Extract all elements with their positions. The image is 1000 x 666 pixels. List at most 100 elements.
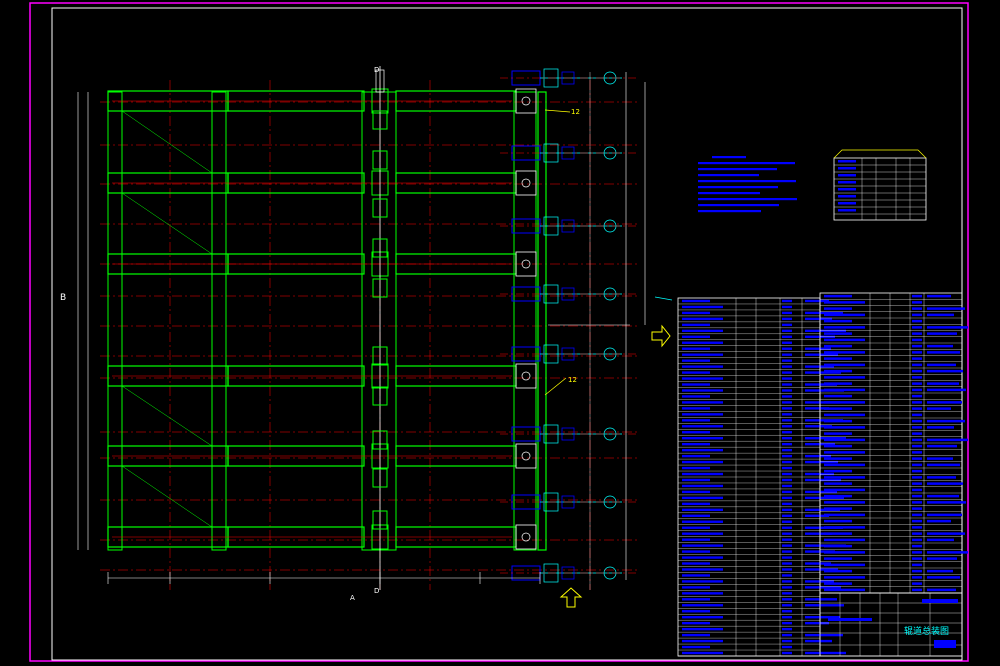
parts-table-right-cell-text — [912, 507, 922, 510]
parts-table-left-cell-text — [682, 538, 710, 541]
spec-text — [838, 160, 856, 163]
parts-table-right-cell-text — [824, 538, 865, 542]
parts-table-left-cell-text — [782, 580, 792, 583]
leader-callout-lower — [544, 377, 567, 396]
parts-table-left-cell-text — [782, 592, 792, 595]
parts-table-left-cell-text — [682, 633, 710, 637]
cad-drawing-canvas — [29, 2, 969, 662]
parts-table-left-cell-text — [682, 484, 723, 488]
parts-table-left-cell-text — [682, 496, 723, 500]
parts-table-right-cell-text — [927, 382, 959, 385]
spec-text — [838, 209, 856, 212]
callout-lower: 12 — [568, 376, 577, 384]
parts-table-left-cell-text — [782, 442, 792, 446]
parts-table-left-cell-text — [682, 365, 723, 368]
parts-table-right-cell-text — [824, 569, 852, 573]
parts-table-right-cell-text — [824, 407, 852, 410]
parts-table-left-cell-text — [782, 538, 792, 541]
parts-table-left-cell-text — [782, 574, 792, 577]
brace-diag — [121, 110, 213, 174]
parts-table-left-cell-text — [805, 478, 841, 482]
parts-table-left-cell-text — [682, 562, 710, 565]
parts-table-left-cell-text — [782, 568, 792, 571]
frame-column — [513, 91, 537, 551]
parts-table-left-cell-text — [782, 317, 792, 321]
parts-table-left-cell-text — [782, 454, 792, 458]
parts-table-left-cell-text — [682, 490, 710, 494]
gearbox — [515, 443, 537, 469]
dimension-lines — [77, 72, 673, 590]
note-line — [698, 174, 759, 177]
parts-table-right-cell-text — [824, 519, 852, 523]
parts-table-left-cell-text — [782, 526, 792, 529]
parts-table-right-cell-text — [912, 388, 922, 392]
parts-table-right-cell-text — [912, 582, 922, 585]
parts-table-right-cell-text — [927, 326, 968, 329]
parts-table-right-cell-text — [927, 401, 962, 404]
parts-table-right-cell-text — [912, 576, 922, 579]
parts-table-right-cell-text — [927, 419, 965, 423]
parts-table-right-cell-text — [824, 576, 865, 579]
parts-table-right-cell-text — [927, 494, 959, 498]
parts-table-left-cell-text — [805, 604, 844, 607]
spec-text — [838, 174, 856, 177]
note-line — [698, 180, 796, 183]
view-arrow-right — [651, 324, 671, 348]
parts-table-left-cell-text — [682, 621, 710, 625]
view-label-b: B — [60, 293, 67, 303]
parts-table-right-cell-text — [927, 307, 965, 310]
parts-table-left-cell-text — [782, 508, 792, 512]
parts-table-left-cell-text — [782, 550, 792, 553]
parts-table-right-cell-text — [927, 519, 951, 523]
parts-table-right-cell-text — [824, 444, 852, 448]
parts-table-left-cell-text — [805, 598, 837, 601]
view-label-a: A — [350, 594, 355, 602]
parts-table-left-cell-text — [782, 514, 792, 517]
parts-table-right-cell-text — [824, 376, 865, 379]
parts-table-right-cell-text — [824, 363, 865, 367]
parts-table-left-cell-text — [782, 437, 792, 440]
parts-table-left-cell-text — [682, 651, 723, 655]
title-block-text — [828, 618, 872, 621]
parts-table-right-cell-text — [824, 438, 865, 442]
parts-table-left-cell-text — [782, 651, 792, 655]
parts-table-left-cell-text — [782, 359, 792, 362]
parts-table-left-cell-text — [782, 544, 792, 547]
parts-table-left-cell-text — [682, 532, 723, 535]
parts-table-right-cell-text — [824, 469, 852, 473]
parts-table-right-cell-text — [824, 501, 865, 504]
parts-table-right-cell-text — [927, 588, 956, 592]
parts-table-left-cell-text — [682, 478, 710, 482]
title-block-text — [934, 640, 956, 648]
parts-table-right-cell-text — [824, 551, 865, 554]
section-label-bottom: D — [374, 587, 380, 595]
parts-table-right-cell-text — [912, 569, 922, 573]
parts-table-left-cell-text — [782, 610, 792, 613]
parts-table-right-cell-text — [912, 369, 922, 373]
parts-table-right-cell-text — [912, 413, 922, 417]
parts-table-right-cell-text — [927, 332, 957, 335]
parts-table-left-cell-text — [682, 413, 723, 416]
leader-view — [654, 296, 673, 301]
parts-table-left-cell-text — [782, 562, 792, 565]
parts-table-left-cell-text — [782, 407, 792, 410]
parts-table-left-cell-text — [782, 616, 792, 619]
note-line — [698, 210, 761, 213]
parts-table-right-cell-text — [927, 513, 962, 517]
parts-table-left-cell-text — [782, 496, 792, 500]
parts-table-right-cell-text — [912, 501, 922, 504]
parts-table-right-cell-text — [912, 301, 922, 304]
parts-table-left-cell-text — [782, 639, 792, 643]
parts-table-right-cell-text — [912, 326, 922, 329]
parts-table-right-cell-text — [824, 507, 852, 510]
parts-table-left-cell-text — [782, 389, 792, 392]
parts-table-left-cell-text — [682, 335, 710, 338]
callout-upper: 12 — [571, 108, 580, 116]
parts-table-left-cell-text — [782, 395, 792, 398]
note-line — [712, 156, 746, 159]
parts-table-left-cell-text — [782, 532, 792, 535]
parts-table-left-cell-text — [682, 544, 723, 547]
parts-table-left-cell-text — [682, 460, 723, 464]
parts-table-left-cell-text — [682, 377, 723, 380]
parts-table-right-cell-text — [912, 469, 922, 473]
